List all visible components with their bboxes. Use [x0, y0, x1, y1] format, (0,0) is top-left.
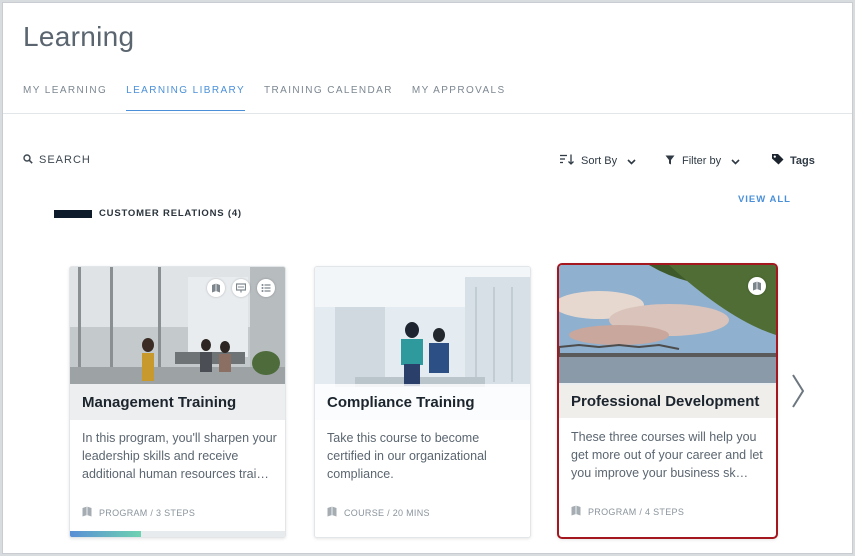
tags-label: Tags — [790, 155, 815, 167]
section-title: CUSTOMER RELATIONS (4) — [99, 208, 242, 219]
card-meta-text: PROGRAM / 4 STEPS — [588, 507, 685, 517]
card-badges — [200, 279, 275, 297]
card-meta: COURSE / 20 MINS — [327, 504, 430, 522]
book-icon — [571, 503, 581, 521]
book-icon — [327, 504, 337, 522]
book-icon — [82, 504, 92, 522]
tab-training-calendar[interactable]: TRAINING CALENDAR — [264, 85, 393, 111]
card-description: These three courses will help you get mo… — [571, 430, 763, 480]
progress-fill — [70, 531, 141, 537]
card-meta: PROGRAM / 3 STEPS — [82, 504, 195, 522]
filter-by-label: Filter by — [682, 155, 722, 167]
progress-bar — [70, 531, 285, 537]
card-title: Compliance Training — [327, 394, 475, 411]
toolbar: SEARCH Sort By Filter by Tags — [3, 151, 852, 172]
page-title: Learning — [23, 21, 135, 52]
tab-learning-library[interactable]: LEARNING LIBRARY — [126, 85, 246, 111]
filter-icon — [665, 152, 675, 170]
view-all-link[interactable]: VIEW ALL — [738, 194, 791, 205]
tab-my-approvals[interactable]: MY APPROVALS — [412, 85, 506, 111]
app-window: Learning MY LEARNING LEARNING LIBRARY TR… — [2, 2, 853, 554]
card-badges — [741, 277, 766, 295]
page-header: Learning MY LEARNING LEARNING LIBRARY TR… — [3, 3, 852, 114]
tags-button[interactable]: Tags — [772, 152, 822, 170]
card-description: In this program, you'll sharpen your lea… — [82, 431, 277, 481]
carousel-next-button[interactable] — [791, 373, 805, 414]
book-icon — [748, 277, 766, 295]
card-description: Take this course to become certified in … — [327, 431, 487, 481]
checklist-icon — [257, 279, 275, 297]
chevron-down-icon — [627, 152, 636, 170]
chevron-right-icon — [792, 374, 805, 408]
card-title: Professional Development — [571, 393, 760, 410]
card-title: Management Training — [82, 394, 237, 411]
search-icon — [23, 151, 33, 169]
book-icon — [207, 279, 225, 297]
tab-bar: MY LEARNING LEARNING LIBRARY TRAINING CA… — [23, 85, 525, 111]
card-image: Management Training — [70, 267, 285, 420]
chevron-down-icon — [731, 152, 740, 170]
sort-by-label: Sort By — [581, 155, 618, 167]
card-meta-text: COURSE / 20 MINS — [344, 508, 430, 518]
section-header: CUSTOMER RELATIONS (4) — [54, 208, 242, 219]
section-marker — [54, 209, 92, 218]
tab-my-learning[interactable]: MY LEARNING — [23, 85, 107, 111]
course-card-professional-development[interactable]: Professional Development These three cou… — [557, 263, 778, 539]
search-button[interactable]: SEARCH — [23, 151, 91, 169]
sort-icon — [560, 152, 574, 170]
tag-icon — [772, 152, 784, 170]
card-image: Professional Development — [559, 265, 776, 418]
sort-by-dropdown[interactable]: Sort By — [560, 152, 636, 170]
course-card-compliance-training[interactable]: Compliance Training Take this course to … — [314, 266, 531, 538]
card-image: Compliance Training — [315, 267, 530, 420]
card-meta-text: PROGRAM / 3 STEPS — [99, 508, 196, 518]
filter-by-dropdown[interactable]: Filter by — [665, 152, 740, 170]
search-label: SEARCH — [39, 154, 91, 166]
card-meta: PROGRAM / 4 STEPS — [571, 503, 684, 521]
presentation-icon — [232, 279, 250, 297]
course-card-management-training[interactable]: Management Training In this program, you… — [69, 266, 286, 538]
